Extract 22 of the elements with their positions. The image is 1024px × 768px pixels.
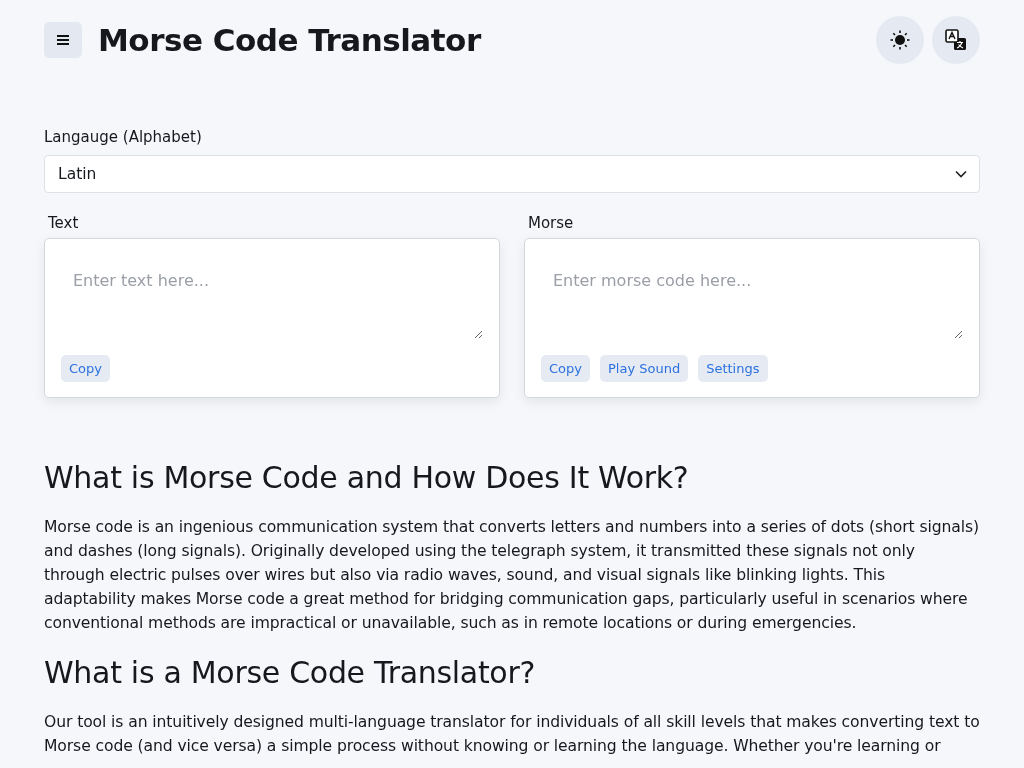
action-button[interactable]: Copy [541, 355, 590, 382]
translate-button[interactable] [932, 16, 980, 64]
language-label: Langauge (Alphabet) [44, 128, 202, 146]
theme-toggle-button[interactable] [876, 16, 924, 64]
section-heading: What is Morse Code and How Does It Work? [44, 460, 689, 495]
translate-icon [945, 29, 967, 51]
section-paragraph: Our tool is an intuitively designed multi-language translator for individuals of all skill levels that makes converting text to Morse code (and vice versa) a simple process without knowing or learning the language. Whether you're learning or [44, 712, 980, 757]
language-select[interactable]: Latin [44, 155, 980, 193]
chevron-down-icon [955, 170, 967, 178]
sun-icon [890, 30, 910, 50]
section-paragraph: Morse code is an ingenious communication system that converts letters and numbers into a series of dots (short signals) and dashes (long signals). Originally developed using the telegraph system, it transmitted these signals not only through electric pulses over wires but also via radio waves, sound, and visual signals like blinking lights. This adaptability makes Morse code a great method for bridging communication gaps, particularly useful in scenarios where conventional methods are impractical or unavailable, such as in remote locations or during emergencies. [44, 517, 980, 634]
action-button[interactable]: Copy [61, 355, 110, 382]
action-button[interactable]: Play Sound [600, 355, 689, 382]
panel-label: Morse [528, 214, 574, 232]
panel-label: Text [48, 214, 79, 232]
section-heading: What is a Morse Code Translator? [44, 655, 536, 690]
menu-icon [57, 34, 69, 46]
menu-button[interactable] [44, 22, 82, 58]
translator-card[interactable]: Enter text here... Copy [44, 238, 500, 398]
translator-card[interactable]: Enter morse code here... Copy Play Sound Settings [524, 238, 980, 398]
page-title: Morse Code Translator [98, 22, 483, 58]
action-button[interactable]: Settings [698, 355, 768, 382]
